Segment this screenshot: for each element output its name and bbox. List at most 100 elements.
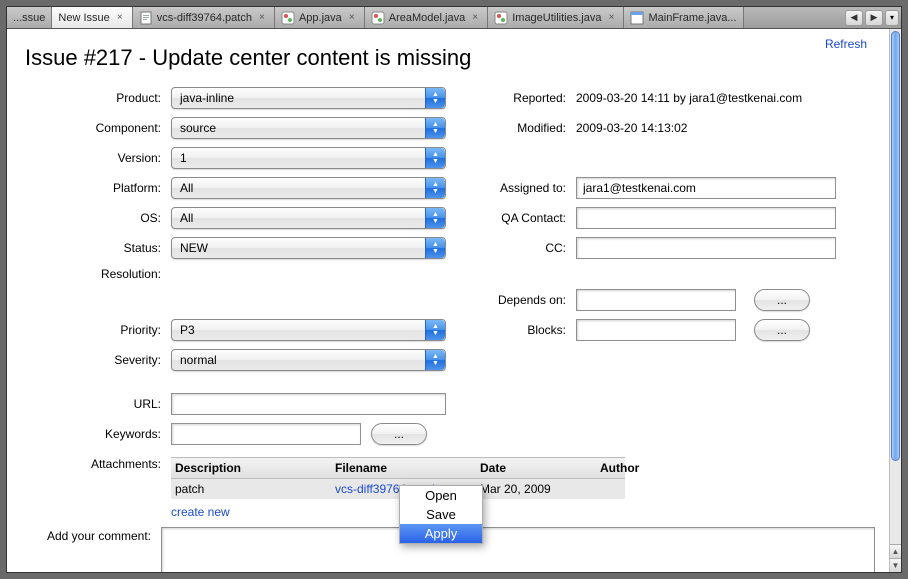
- keywords-browse-button[interactable]: ...: [371, 423, 427, 445]
- close-icon[interactable]: ×: [256, 12, 268, 24]
- select-value: source: [180, 121, 216, 135]
- label-url: URL:: [21, 397, 161, 411]
- label-severity: Severity:: [21, 353, 161, 367]
- severity-select[interactable]: normal ▲▼: [171, 349, 446, 371]
- tab-label: vcs-diff39764.patch: [157, 12, 252, 24]
- close-icon[interactable]: ×: [346, 12, 358, 24]
- refresh-link[interactable]: Refresh: [825, 37, 867, 51]
- label-resolution: Resolution:: [21, 267, 161, 281]
- col-date: Date: [476, 458, 596, 478]
- tab-imageutilities-java[interactable]: ImageUtilities.java ×: [488, 7, 624, 28]
- java-icon: [494, 11, 508, 25]
- select-value: All: [180, 211, 193, 225]
- priority-select[interactable]: P3 ▲▼: [171, 319, 446, 341]
- form-icon: [630, 11, 644, 25]
- platform-select[interactable]: All ▲▼: [171, 177, 446, 199]
- component-select[interactable]: source ▲▼: [171, 117, 446, 139]
- assigned-input[interactable]: [576, 177, 836, 199]
- label-cc: CC:: [456, 241, 566, 255]
- url-input[interactable]: [171, 393, 446, 415]
- tab-label: New Issue: [58, 12, 109, 24]
- tab-app-java[interactable]: App.java ×: [275, 7, 365, 28]
- os-select[interactable]: All ▲▼: [171, 207, 446, 229]
- depends-browse-button[interactable]: ...: [754, 289, 810, 311]
- cc-input[interactable]: [576, 237, 836, 259]
- label-reported: Reported:: [456, 91, 566, 105]
- label-depends: Depends on:: [456, 293, 566, 307]
- col-filename: Filename: [331, 458, 476, 478]
- attachments-header: Description Filename Date Author: [171, 457, 625, 479]
- updown-icon: ▲▼: [425, 208, 445, 228]
- depends-input[interactable]: [576, 289, 736, 311]
- col-description: Description: [171, 458, 331, 478]
- modified-value: 2009-03-20 14:13:02: [576, 121, 875, 135]
- java-icon: [281, 11, 295, 25]
- updown-icon: ▲▼: [425, 148, 445, 168]
- tab-label: App.java: [299, 12, 342, 24]
- tab-scroll-left[interactable]: ◀: [845, 10, 863, 26]
- select-value: All: [180, 181, 193, 195]
- label-qacontact: QA Contact:: [456, 211, 566, 225]
- product-select[interactable]: java-inline ▲▼: [171, 87, 446, 109]
- blocks-input[interactable]: [576, 319, 736, 341]
- ctx-open[interactable]: Open: [400, 486, 482, 505]
- select-value: 1: [180, 151, 187, 165]
- label-priority: Priority:: [21, 323, 161, 337]
- label-modified: Modified:: [456, 121, 566, 135]
- tab-mainframe-java[interactable]: MainFrame.java...: [624, 7, 743, 28]
- attachments-table: Description Filename Date Author patch v…: [171, 457, 625, 499]
- tab-label: MainFrame.java...: [648, 12, 736, 24]
- scrollbar-thumb[interactable]: [891, 31, 900, 461]
- ctx-save[interactable]: Save: [400, 505, 482, 524]
- reported-value: 2009-03-20 14:11 by jara1@testkenai.com: [576, 91, 875, 105]
- context-menu: Open Save Apply: [399, 485, 483, 544]
- updown-icon: ▲▼: [425, 88, 445, 108]
- tab-issue-truncated[interactable]: ...ssue: [7, 7, 52, 28]
- tab-scroll-right[interactable]: ▶: [865, 10, 883, 26]
- file-icon: [139, 11, 153, 25]
- qacontact-input[interactable]: [576, 207, 836, 229]
- close-icon[interactable]: ×: [114, 12, 126, 24]
- blocks-browse-button[interactable]: ...: [754, 319, 810, 341]
- tab-new-issue[interactable]: New Issue ×: [52, 7, 132, 28]
- window: ...ssue New Issue × vcs-diff39764.patch …: [6, 6, 902, 573]
- tab-scroll-controls: ◀ ▶ ▾: [843, 7, 901, 28]
- updown-icon: ▲▼: [425, 350, 445, 370]
- cell-description: patch: [171, 479, 331, 499]
- scrollbar-down[interactable]: ▼: [890, 558, 901, 572]
- attachment-row[interactable]: patch vcs-diff39764.patch Mar 20, 2009: [171, 479, 625, 499]
- java-icon: [371, 11, 385, 25]
- close-icon[interactable]: ×: [469, 12, 481, 24]
- label-assigned: Assigned to:: [456, 181, 566, 195]
- create-new-link[interactable]: create new: [171, 505, 875, 519]
- tab-label: ...ssue: [13, 12, 45, 24]
- version-select[interactable]: 1 ▲▼: [171, 147, 446, 169]
- tab-areamodel-java[interactable]: AreaModel.java ×: [365, 7, 488, 28]
- content-pane: Refresh Issue #217 - Update center conte…: [7, 29, 889, 572]
- updown-icon: ▲▼: [425, 238, 445, 258]
- label-component: Component:: [21, 121, 161, 135]
- updown-icon: ▲▼: [425, 118, 445, 138]
- scrollbar-up[interactable]: ▲: [890, 544, 901, 558]
- cell-author: [596, 479, 625, 499]
- updown-icon: ▲▼: [425, 178, 445, 198]
- label-product: Product:: [21, 91, 161, 105]
- label-version: Version:: [21, 151, 161, 165]
- tab-vcs-diff[interactable]: vcs-diff39764.patch ×: [133, 7, 275, 28]
- col-author: Author: [596, 458, 643, 478]
- label-status: Status:: [21, 241, 161, 255]
- close-icon[interactable]: ×: [605, 12, 617, 24]
- select-value: P3: [180, 323, 195, 337]
- tab-list-dropdown[interactable]: ▾: [885, 10, 899, 26]
- comment-textarea[interactable]: [161, 527, 875, 572]
- ctx-apply[interactable]: Apply: [400, 524, 482, 543]
- form-grid: Product: java-inline ▲▼ Reported: 2009-0…: [21, 87, 875, 519]
- vertical-scrollbar[interactable]: ▲ ▼: [889, 29, 901, 572]
- keywords-input[interactable]: [171, 423, 361, 445]
- issue-title: Issue #217 - Update center content is mi…: [25, 45, 875, 71]
- cell-date: Mar 20, 2009: [476, 479, 596, 499]
- status-select[interactable]: NEW ▲▼: [171, 237, 446, 259]
- select-value: NEW: [180, 241, 208, 255]
- label-addcomment: Add your comment:: [21, 527, 161, 572]
- tab-label: ImageUtilities.java: [512, 12, 601, 24]
